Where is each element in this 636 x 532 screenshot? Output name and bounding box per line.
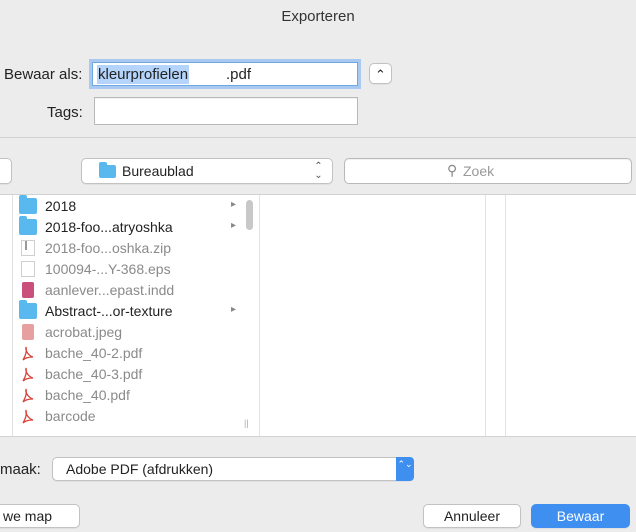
search-field[interactable]: ⚲ Zoek xyxy=(344,158,632,184)
file-name: 2018-foo...atryoshka xyxy=(45,219,173,235)
pdf-file-icon xyxy=(21,387,35,403)
filename-extension: .pdf xyxy=(226,66,252,83)
save-as-input[interactable]: kleurprofielen .pdf xyxy=(92,62,358,86)
disclosure-arrow-icon: ▸ xyxy=(231,304,237,315)
column-resize-handle[interactable]: || xyxy=(244,418,249,428)
scrollbar-thumb[interactable] xyxy=(246,200,253,230)
file-name: barcode xyxy=(45,408,96,424)
location-label: Bureaublad xyxy=(122,163,194,179)
pdf-file-icon xyxy=(21,366,35,382)
folder-icon xyxy=(99,162,116,178)
pdf-file-icon xyxy=(21,408,35,424)
cancel-button[interactable]: Annuleer xyxy=(423,504,521,528)
column-divider-1 xyxy=(259,195,260,436)
file-name: 2018-foo...oshka.zip xyxy=(45,240,172,256)
save-button[interactable]: Bewaar xyxy=(531,504,630,528)
new-folder-button[interactable]: we map xyxy=(0,504,80,528)
image-file-icon xyxy=(22,324,34,340)
file-name: bache_40.pdf xyxy=(45,387,130,403)
file-name: aanlever...epast.indd xyxy=(45,282,175,298)
filename-selected: kleurprofielen xyxy=(97,65,190,84)
format-value: Adobe PDF (afdrukken) xyxy=(66,461,214,477)
chevron-up-icon: ⌃ xyxy=(375,67,386,82)
file-name: 2018 xyxy=(45,198,77,214)
separator-top xyxy=(0,137,636,138)
file-name: acrobat.jpeg xyxy=(45,324,123,340)
zip-file-icon xyxy=(21,240,35,256)
updown-chevron-icon: ⌃⌄ xyxy=(396,457,414,481)
file-name: 100094-...Y-368.eps xyxy=(45,261,171,277)
tags-label: Tags: xyxy=(47,104,83,121)
search-icon: ⚲ xyxy=(447,162,458,178)
nav-back-button[interactable] xyxy=(0,158,12,184)
window-title: Exporteren xyxy=(281,8,355,25)
file-name: bache_40-2.pdf xyxy=(45,345,143,361)
disclosure-arrow-icon: ▸ xyxy=(231,199,237,210)
separator-bottom xyxy=(0,436,636,437)
folder-icon xyxy=(19,300,37,319)
location-popup[interactable]: Bureaublad ⌃⌄ xyxy=(81,158,333,184)
format-popup[interactable]: Adobe PDF (afdrukken) ⌃⌄ xyxy=(52,457,414,481)
expand-dialog-button[interactable]: ⌃ xyxy=(369,63,392,84)
column-divider-2 xyxy=(485,195,486,436)
column-divider-3 xyxy=(505,195,506,436)
updown-chevron-icon: ⌃⌄ xyxy=(314,161,323,181)
file-name: bache_40-3.pdf xyxy=(45,366,143,382)
folder-icon xyxy=(19,195,37,214)
pdf-file-icon xyxy=(21,345,35,361)
document-file-icon xyxy=(21,261,35,277)
search-placeholder: Zoek xyxy=(463,163,495,179)
format-label: maak: xyxy=(0,461,41,478)
indesign-file-icon xyxy=(22,282,34,298)
folder-icon xyxy=(19,216,37,235)
disclosure-arrow-icon: ▸ xyxy=(231,220,237,231)
save-as-label: Bewaar als: xyxy=(4,66,83,83)
file-name: Abstract-...or-texture xyxy=(45,303,173,319)
column-divider-0 xyxy=(12,195,13,436)
tags-input[interactable] xyxy=(94,97,358,125)
